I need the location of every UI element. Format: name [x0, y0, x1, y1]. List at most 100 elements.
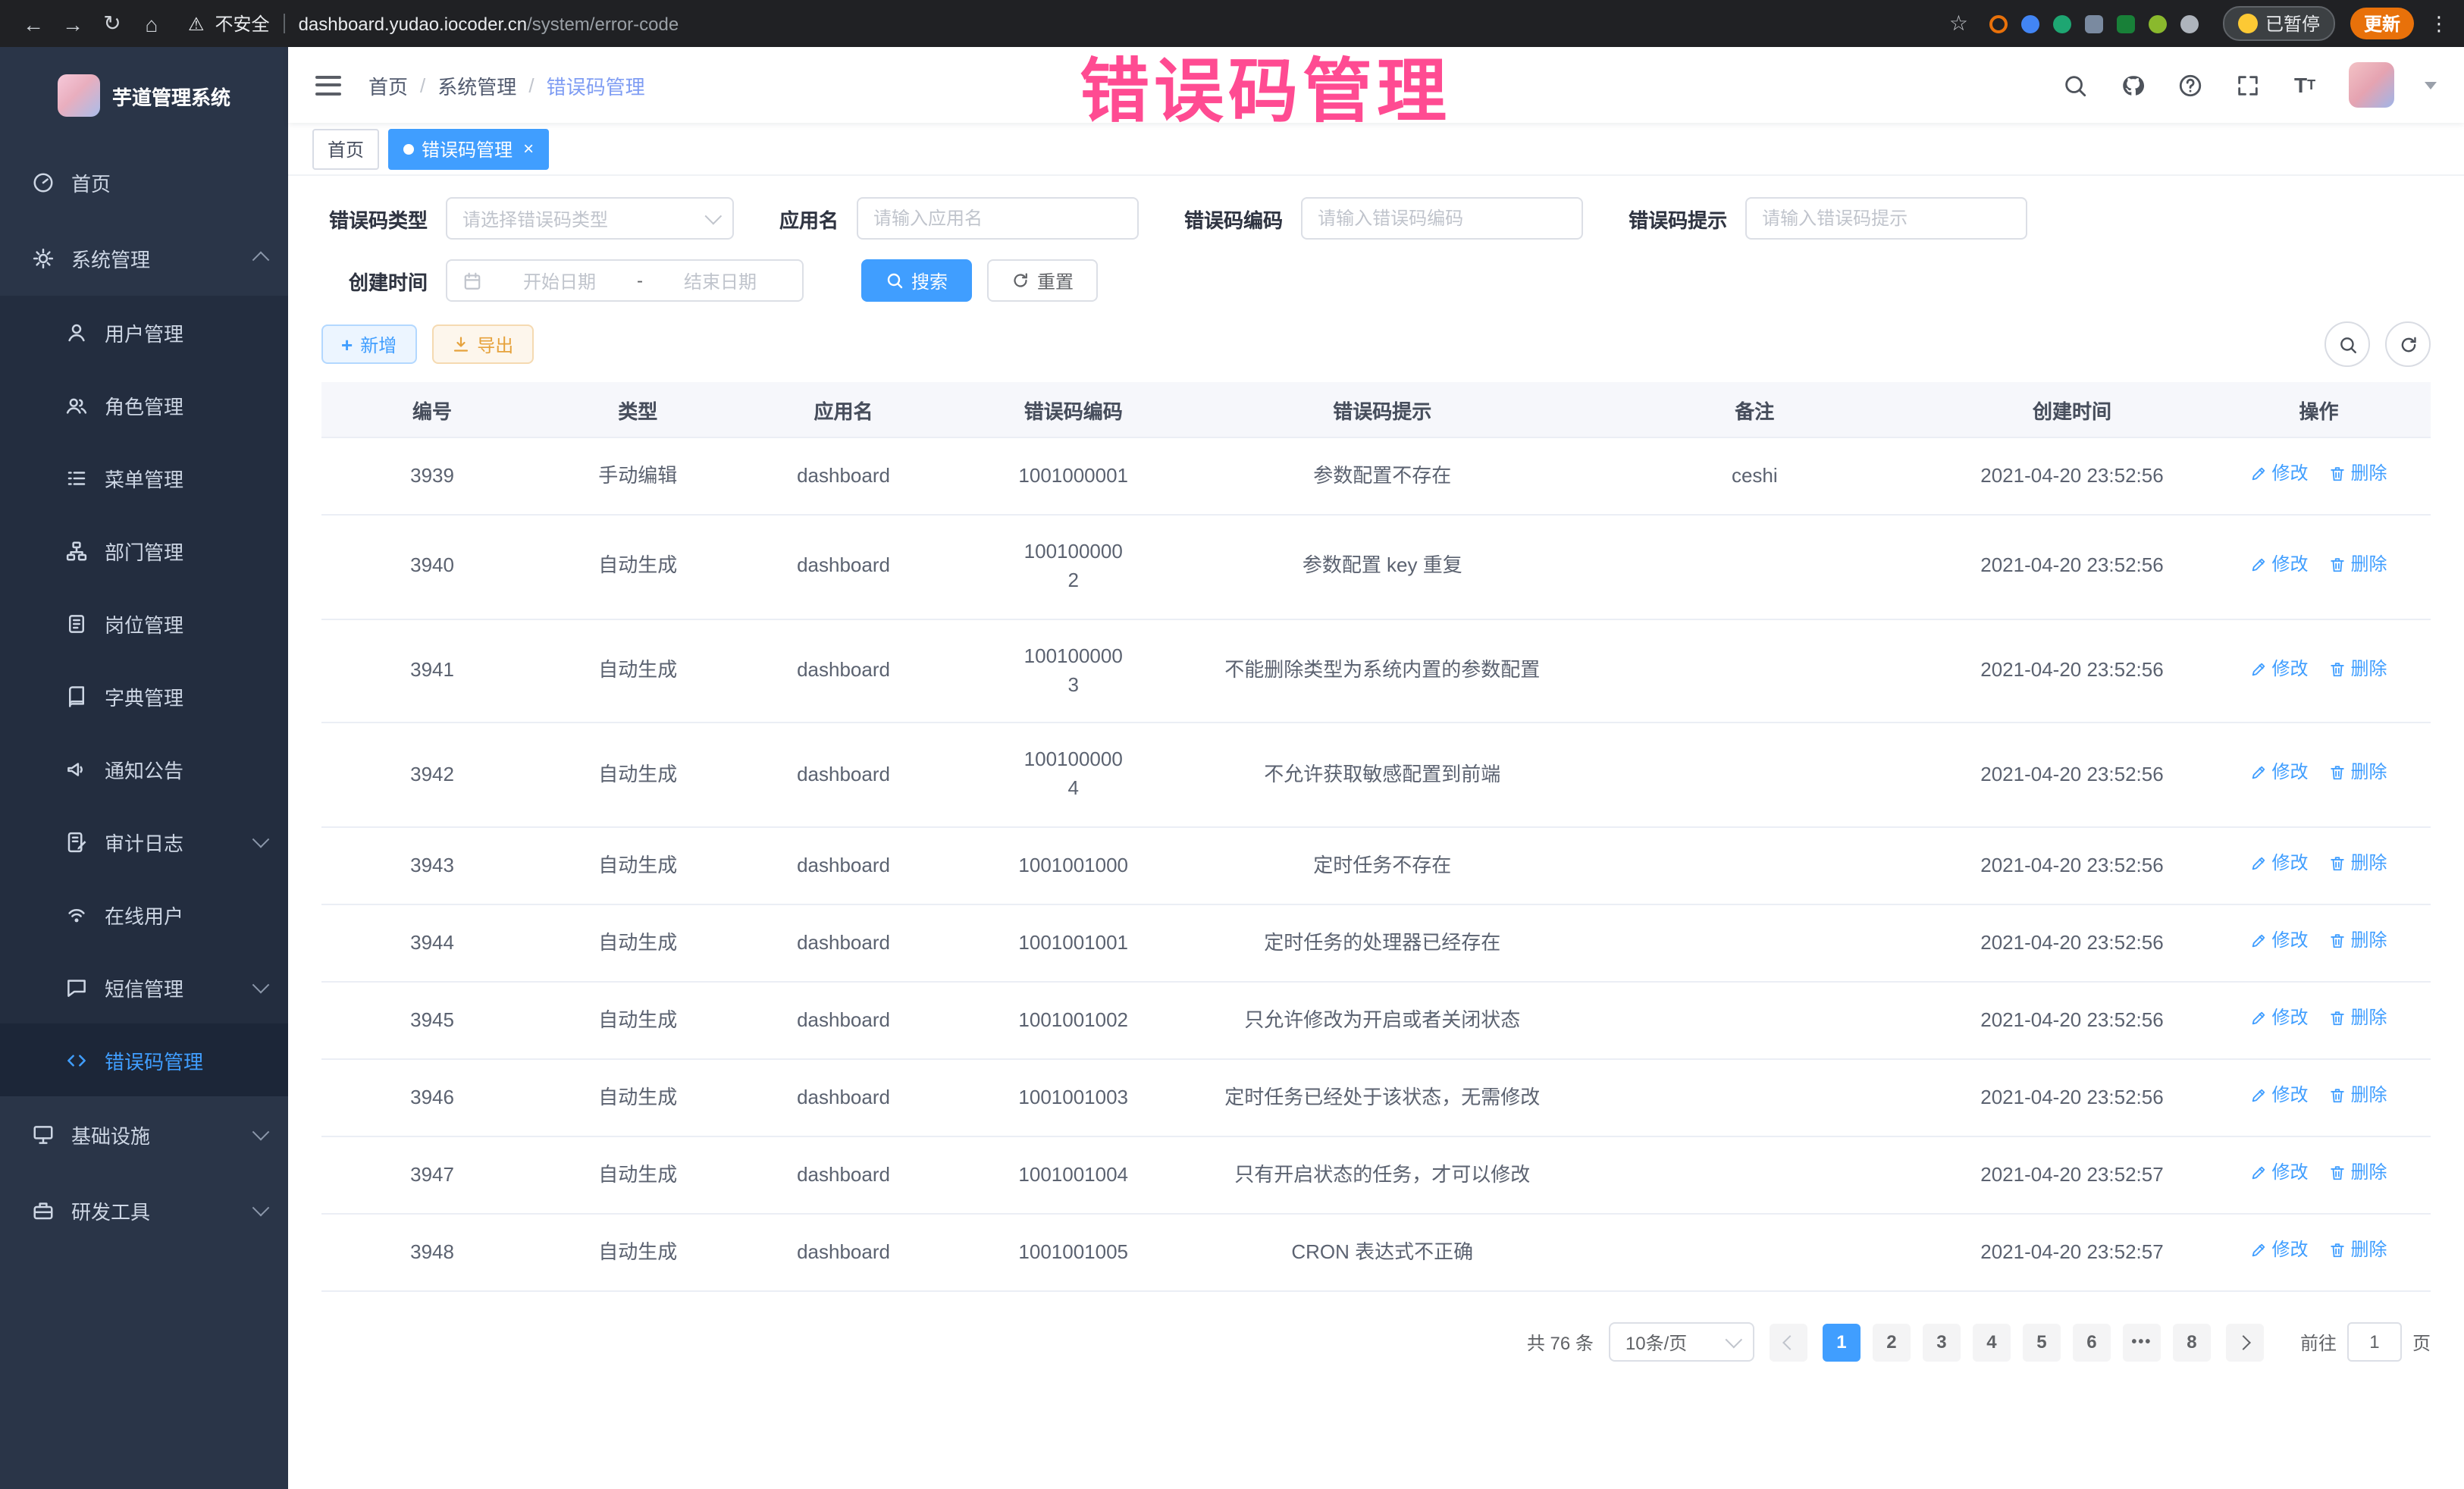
edit-button[interactable]: 修改 [2250, 1005, 2308, 1032]
sidebar-item-notice[interactable]: 通知公告 [0, 732, 288, 805]
toggle-search-button[interactable] [2324, 321, 2370, 367]
page-size-select[interactable]: 10条/页 [1609, 1323, 1754, 1362]
font-size-icon[interactable]: TT [2291, 71, 2318, 99]
date-range-picker[interactable]: 开始日期 - 结束日期 [446, 259, 804, 302]
page-button-3[interactable]: 3 [1923, 1324, 1961, 1362]
extension-blue-drop-icon[interactable] [2021, 14, 2039, 33]
sidebar-item-post[interactable]: 岗位管理 [0, 587, 288, 660]
next-page-button[interactable] [2226, 1324, 2264, 1362]
cell-hint: 参数配置不存在 [1193, 437, 1572, 515]
sidebar-item-sms[interactable]: 短信管理 [0, 951, 288, 1023]
search-button[interactable]: 搜索 [861, 259, 972, 302]
delete-button[interactable]: 删除 [2330, 656, 2387, 682]
address-bar[interactable]: ⚠ 不安全 dashboard.yudao.iocoder.cn/system/… [188, 11, 1922, 36]
back-icon[interactable]: ← [15, 5, 52, 42]
delete-button[interactable]: 删除 [2330, 1005, 2387, 1032]
app-logo[interactable]: 芋道管理系统 [0, 47, 288, 144]
bookmark-star-icon[interactable]: ☆ [1949, 11, 1968, 36]
extension-green-square-icon[interactable] [2117, 14, 2135, 33]
delete-button[interactable]: 删除 [2330, 1160, 2387, 1186]
tab-error-code[interactable]: 错误码管理 × [388, 128, 549, 169]
extension-leaf-icon[interactable] [2149, 14, 2167, 33]
prev-page-button[interactable] [1770, 1324, 1807, 1362]
sidebar-item-role[interactable]: 角色管理 [0, 368, 288, 441]
filter-row-1: 错误码类型 请选择错误码类型 应用名 错误码编码 [321, 197, 2431, 240]
sidebar-item-home[interactable]: 首页 [0, 144, 288, 220]
extension-green-circle-icon[interactable] [2053, 14, 2071, 33]
extension-orange-ring-icon[interactable] [1989, 14, 2008, 33]
sidebar-item-devtools[interactable]: 研发工具 [0, 1172, 288, 1248]
cell-time: 2021-04-20 23:52:56 [1937, 1059, 2207, 1136]
github-icon[interactable] [2118, 71, 2146, 99]
breadcrumb-item[interactable]: 首页 [368, 71, 408, 99]
goto-page-input[interactable] [2347, 1323, 2402, 1362]
edit-button[interactable]: 修改 [2250, 851, 2308, 877]
export-button[interactable]: 导出 [431, 324, 533, 364]
edit-button[interactable]: 修改 [2250, 1160, 2308, 1186]
search-icon[interactable] [2061, 71, 2088, 99]
sidebar-item-online[interactable]: 在线用户 [0, 878, 288, 951]
collapse-sidebar-icon[interactable] [315, 75, 341, 95]
extension-grid-icon[interactable] [2085, 14, 2103, 33]
add-button[interactable]: + 新增 [321, 324, 416, 364]
help-icon[interactable] [2176, 71, 2203, 99]
home-icon[interactable]: ⌂ [133, 5, 170, 42]
tab-home[interactable]: 首页 [312, 128, 379, 169]
delete-button[interactable]: 删除 [2330, 851, 2387, 877]
page-button-8[interactable]: 8 [2173, 1324, 2211, 1362]
page-button-1[interactable]: 1 [1823, 1324, 1861, 1362]
delete-icon [2330, 556, 2346, 573]
sidebar-item-user[interactable]: 用户管理 [0, 296, 288, 368]
error-type-select[interactable]: 请选择错误码类型 [446, 197, 734, 240]
error-code-input[interactable] [1301, 197, 1583, 240]
sidebar-item-audit[interactable]: 审计日志 [0, 805, 288, 878]
sidebar-item-dict[interactable]: 字典管理 [0, 660, 288, 732]
start-date-placeholder: 开始日期 [493, 268, 626, 293]
reset-button[interactable]: 重置 [987, 259, 1098, 302]
cell-time: 2021-04-20 23:52:57 [1937, 1136, 2207, 1214]
close-icon[interactable]: × [523, 139, 534, 158]
delete-button[interactable]: 删除 [2330, 552, 2387, 578]
chevron-down-icon[interactable] [2425, 81, 2437, 89]
edit-button[interactable]: 修改 [2250, 552, 2308, 578]
page-button-2[interactable]: 2 [1873, 1324, 1911, 1362]
delete-button[interactable]: 删除 [2330, 1083, 2387, 1109]
page-button-6[interactable]: 6 [2073, 1324, 2111, 1362]
pagination: 共 76 条 10条/页 123456•••8 前往 页 [321, 1323, 2431, 1362]
profile-paused-badge[interactable]: 已暂停 [2223, 6, 2335, 41]
refresh-table-button[interactable] [2385, 321, 2431, 367]
edit-button[interactable]: 修改 [2250, 1238, 2308, 1265]
sidebar-item-infra[interactable]: 基础设施 [0, 1096, 288, 1172]
delete-button[interactable]: 删除 [2330, 461, 2387, 487]
more-pages-button[interactable]: ••• [2123, 1324, 2161, 1362]
sidebar-item-menu[interactable]: 菜单管理 [0, 441, 288, 514]
page-button-5[interactable]: 5 [2023, 1324, 2061, 1362]
delete-button[interactable]: 删除 [2330, 928, 2387, 955]
edit-button[interactable]: 修改 [2250, 928, 2308, 955]
fullscreen-icon[interactable] [2234, 71, 2261, 99]
app-name-input[interactable] [857, 197, 1139, 240]
edit-button[interactable]: 修改 [2250, 656, 2308, 682]
extension-puzzle-icon[interactable] [2180, 14, 2199, 33]
sidebar-item-system[interactable]: 系统管理 [0, 220, 288, 296]
browser-menu-icon[interactable]: ⋮ [2429, 11, 2449, 36]
delete-icon [2330, 660, 2346, 677]
page-button-4[interactable]: 4 [1973, 1324, 2011, 1362]
delete-button[interactable]: 删除 [2330, 1238, 2387, 1265]
avatar[interactable] [2349, 62, 2394, 108]
download-icon [451, 335, 469, 353]
breadcrumb-item[interactable]: 系统管理 [437, 71, 516, 99]
edit-button[interactable]: 修改 [2250, 461, 2308, 487]
forward-icon[interactable]: → [55, 5, 91, 42]
paused-label: 已暂停 [2265, 11, 2320, 36]
update-button[interactable]: 更新 [2350, 8, 2414, 39]
reload-icon[interactable]: ↻ [94, 5, 130, 42]
error-hint-input[interactable] [1745, 197, 2027, 240]
delete-button[interactable]: 删除 [2330, 760, 2387, 786]
edit-button[interactable]: 修改 [2250, 1083, 2308, 1109]
sidebar-item-label: 菜单管理 [105, 463, 183, 492]
breadcrumb: 首页/系统管理/错误码管理 [368, 71, 645, 99]
edit-button[interactable]: 修改 [2250, 760, 2308, 786]
sidebar-item-errorcode[interactable]: 错误码管理 [0, 1023, 288, 1096]
sidebar-item-dept[interactable]: 部门管理 [0, 514, 288, 587]
